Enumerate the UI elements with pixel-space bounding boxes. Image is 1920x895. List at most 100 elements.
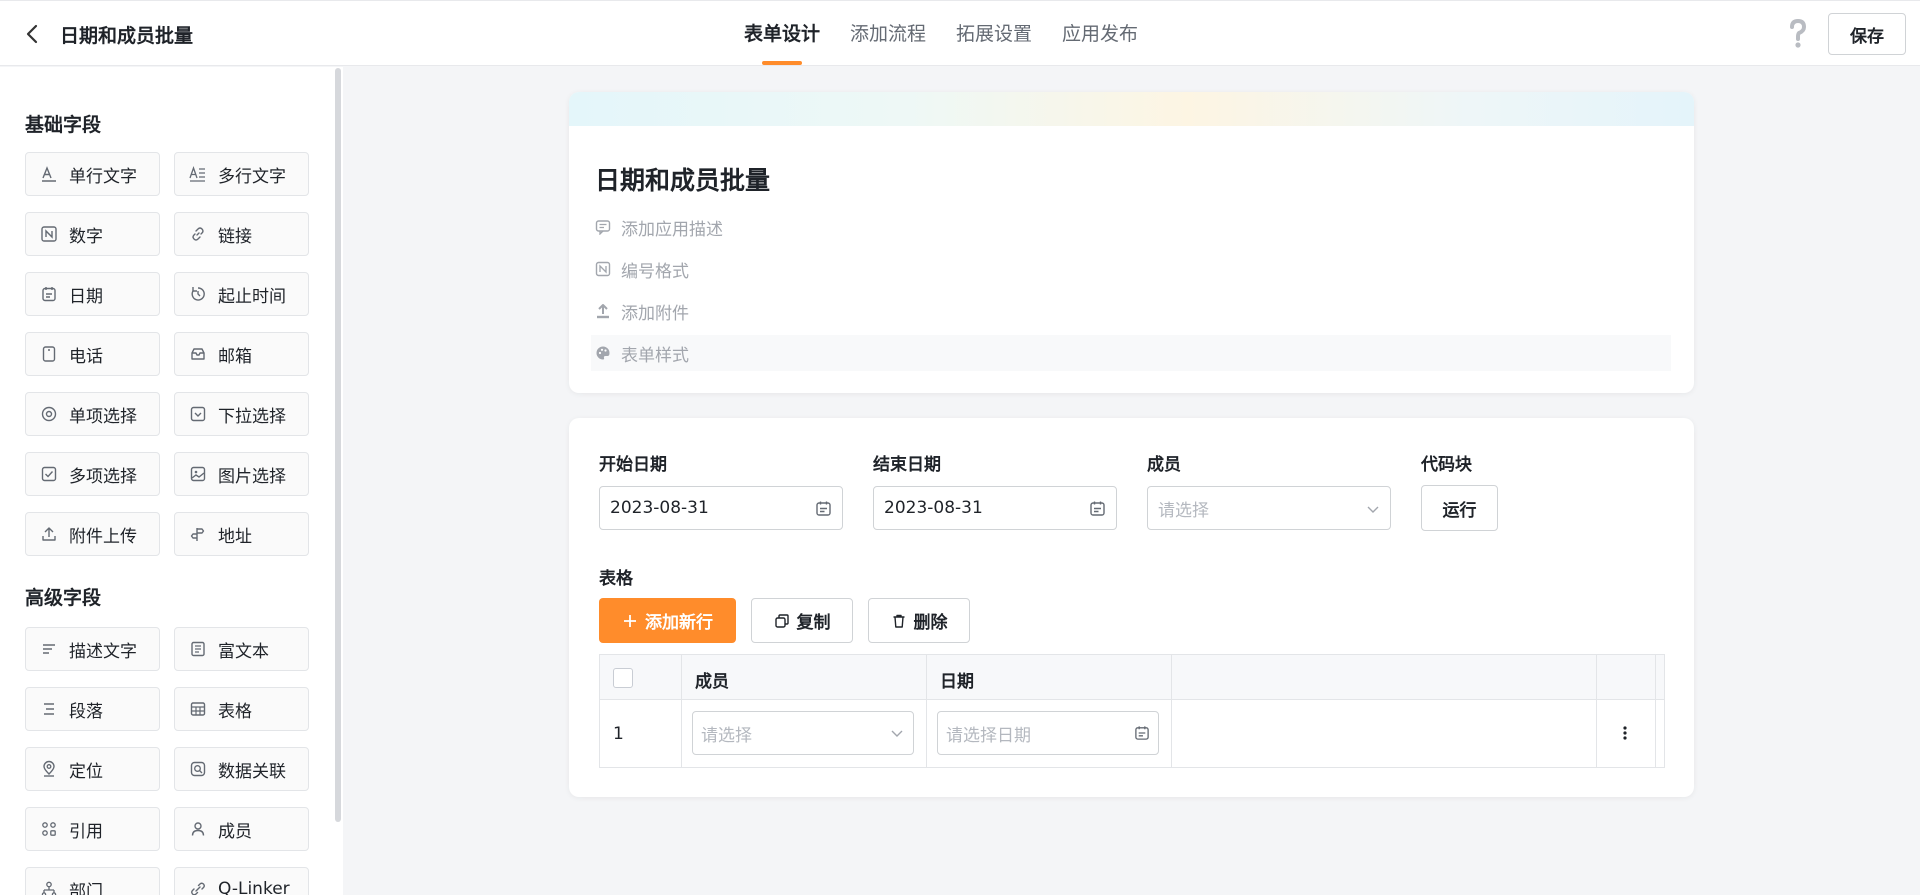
field-label: 描述文字: [69, 641, 137, 662]
field-label: 定位: [69, 761, 103, 782]
number-icon: [41, 226, 57, 242]
rich-text-icon: [191, 641, 205, 657]
field-reference[interactable]: 引用: [25, 807, 160, 851]
save-button[interactable]: 保存: [1828, 13, 1906, 55]
location-icon: [43, 760, 55, 777]
field-number[interactable]: 数字: [25, 212, 160, 256]
dropdown-icon: [190, 406, 206, 422]
field-address[interactable]: 地址: [174, 512, 309, 556]
member-icon: [191, 822, 205, 836]
field-mail[interactable]: 邮箱: [174, 332, 309, 376]
time-range-icon: [191, 287, 205, 301]
attachment-upload-icon: [597, 304, 609, 319]
field-label: Q-Linker: [218, 879, 290, 895]
field-label: 数字: [69, 226, 103, 247]
field-multi-line-text[interactable]: 多行文字: [174, 152, 309, 196]
more-vertical-icon[interactable]: [1615, 723, 1635, 743]
start-date-input[interactable]: 2023-08-31: [599, 486, 843, 530]
end-date-value: 2023-08-31: [884, 498, 983, 518]
field-paragraph[interactable]: 段落: [25, 687, 160, 731]
copy-button[interactable]: 复制: [751, 598, 853, 643]
field-image[interactable]: 图片选择: [174, 452, 309, 496]
meta-label: 表单样式: [621, 345, 689, 366]
field-link[interactable]: 链接: [174, 212, 309, 256]
number-format-item[interactable]: 编号格式: [591, 251, 1671, 287]
form-style-item[interactable]: 表单样式: [591, 335, 1671, 371]
field-date[interactable]: 日期: [25, 272, 160, 316]
multi-line-text-icon: [189, 166, 205, 182]
field-label: 单项选择: [69, 406, 137, 427]
checkbox-icon: [41, 466, 57, 482]
meta-label: 编号格式: [621, 261, 689, 282]
row-date-placeholder: 请选择日期: [946, 725, 1031, 746]
field-label: 电话: [69, 346, 103, 367]
back-arrow-icon[interactable]: [22, 23, 44, 45]
column-header-member[interactable]: 成员: [695, 667, 729, 692]
field-data-link[interactable]: 数据关联: [174, 747, 309, 791]
tab-app-publish[interactable]: 应用发布: [1062, 1, 1138, 67]
trash-icon: [893, 614, 904, 628]
column-divider: [1171, 655, 1172, 767]
calendar-icon: [1135, 726, 1149, 740]
delete-label: 删除: [913, 613, 948, 633]
row-index: 1: [613, 724, 624, 744]
field-radio[interactable]: 单项选择: [25, 392, 160, 436]
field-location[interactable]: 定位: [25, 747, 160, 791]
field-table[interactable]: 表格: [174, 687, 309, 731]
column-header-date[interactable]: 日期: [940, 667, 974, 692]
column-divider: [926, 655, 927, 767]
field-label: 富文本: [218, 641, 269, 662]
add-attachment-item[interactable]: 添加附件: [591, 293, 1671, 329]
field-label: 数据关联: [218, 761, 286, 782]
field-dropdown[interactable]: 下拉选择: [174, 392, 309, 436]
app-title: 日期和成员批量: [60, 25, 194, 47]
delete-button[interactable]: 删除: [868, 598, 970, 643]
field-label: 链接: [218, 226, 252, 247]
row-member-select[interactable]: 请选择: [692, 711, 914, 755]
end-date-input[interactable]: 2023-08-31: [873, 486, 1117, 530]
radio-icon: [41, 406, 57, 422]
field-description[interactable]: 描述文字: [25, 627, 160, 671]
calendar-icon: [42, 287, 56, 302]
q-linker-icon: [191, 882, 205, 895]
field-label: 单行文字: [69, 166, 137, 187]
data-link-icon: [190, 761, 206, 777]
field-label: 表格: [218, 701, 252, 722]
field-label: 图片选择: [218, 466, 286, 487]
sidebar-scrollbar[interactable]: [335, 68, 341, 822]
form-header-card: 日期和成员批量 添加应用描述 编号格式 添加附件 表单样式: [569, 92, 1694, 393]
field-time-range[interactable]: 起止时间: [174, 272, 309, 316]
tab-add-process[interactable]: 添加流程: [850, 1, 926, 67]
run-button[interactable]: 运行: [1421, 485, 1498, 531]
field-checkbox[interactable]: 多项选择: [25, 452, 160, 496]
field-label: 段落: [69, 701, 103, 722]
field-label: 起止时间: [218, 286, 286, 307]
field-sidebar: 基础字段 单行文字 多行文字 数字 链接 日期 起止时间 电话 邮箱 单项选择 …: [0, 67, 343, 895]
form-header-banner: [569, 92, 1694, 126]
field-label: 多行文字: [218, 166, 286, 187]
description-icon: [43, 644, 55, 654]
tab-extension-settings[interactable]: 拓展设置: [956, 1, 1032, 67]
main-tabs: 表单设计 添加流程 拓展设置 应用发布: [744, 1, 1168, 67]
row-date-picker[interactable]: 请选择日期: [937, 711, 1159, 755]
add-description-item[interactable]: 添加应用描述: [591, 209, 1671, 245]
palette-icon: [596, 346, 610, 360]
phone-icon: [42, 346, 56, 362]
field-rich-text[interactable]: 富文本: [174, 627, 309, 671]
field-single-line-text[interactable]: 单行文字: [25, 152, 160, 196]
field-upload[interactable]: 附件上传: [25, 512, 160, 556]
tab-form-design[interactable]: 表单设计: [744, 1, 820, 67]
field-phone[interactable]: 电话: [25, 332, 160, 376]
field-member[interactable]: 成员: [174, 807, 309, 851]
member-select[interactable]: 请选择: [1147, 486, 1391, 530]
paragraph-icon: [44, 703, 54, 715]
select-all-checkbox[interactable]: [613, 668, 633, 688]
meta-label: 添加应用描述: [621, 219, 723, 240]
question-mark-icon[interactable]: [1786, 18, 1810, 50]
field-q-linker[interactable]: Q-Linker: [174, 867, 309, 895]
field-label: 成员: [218, 821, 252, 842]
link-icon: [192, 227, 204, 241]
field-department[interactable]: 部门: [25, 867, 160, 895]
add-row-button[interactable]: 添加新行: [599, 598, 736, 643]
form-title[interactable]: 日期和成员批量: [595, 161, 770, 197]
